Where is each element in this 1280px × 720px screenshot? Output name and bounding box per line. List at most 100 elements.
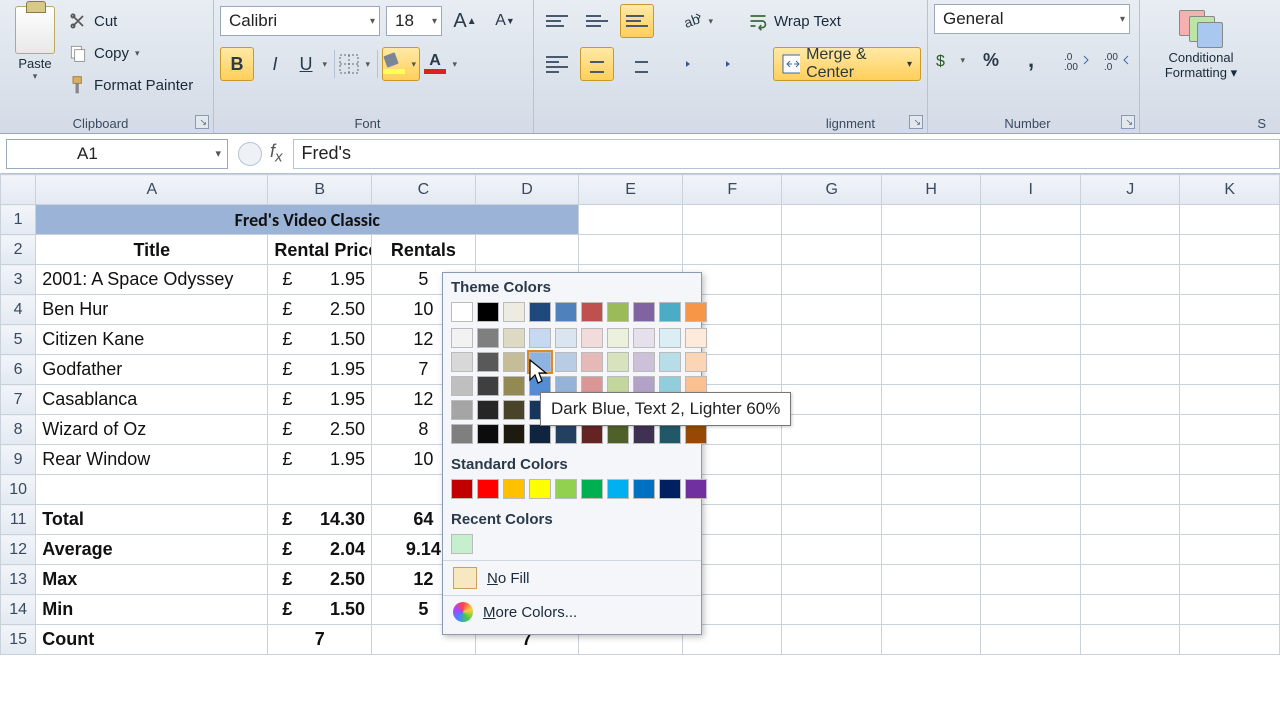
- cell[interactable]: [881, 625, 981, 655]
- color-swatch[interactable]: [555, 424, 577, 444]
- cell[interactable]: [981, 205, 1081, 235]
- format-painter-button[interactable]: Format Painter: [68, 70, 193, 100]
- cell[interactable]: [881, 535, 981, 565]
- name-box[interactable]: A1: [6, 139, 228, 169]
- cell[interactable]: [981, 595, 1081, 625]
- cell[interactable]: [1080, 595, 1180, 625]
- cell[interactable]: [1080, 535, 1180, 565]
- cell[interactable]: [782, 235, 882, 265]
- color-swatch[interactable]: [685, 302, 707, 322]
- align-bottom-button[interactable]: [620, 4, 654, 38]
- merge-center-button[interactable]: Merge & Center ▾: [773, 47, 921, 81]
- cell[interactable]: [981, 295, 1081, 325]
- cell[interactable]: [981, 445, 1081, 475]
- color-swatch[interactable]: [477, 328, 499, 348]
- cell[interactable]: £1.95: [268, 355, 372, 385]
- align-right-button[interactable]: [620, 47, 654, 81]
- cell[interactable]: [682, 235, 782, 265]
- color-swatch[interactable]: [477, 302, 499, 322]
- row-header[interactable]: 3: [1, 265, 36, 295]
- col-header[interactable]: K: [1180, 175, 1280, 205]
- color-swatch[interactable]: [451, 328, 473, 348]
- copy-button[interactable]: Copy ▾: [68, 38, 193, 68]
- cell[interactable]: Rear Window: [36, 445, 268, 475]
- cell[interactable]: [1080, 565, 1180, 595]
- cell[interactable]: Count: [36, 625, 268, 655]
- row-header[interactable]: 5: [1, 325, 36, 355]
- conditional-formatting-button[interactable]: Conditional Formatting ▾: [1146, 4, 1256, 81]
- cell[interactable]: [881, 325, 981, 355]
- row-header[interactable]: 2: [1, 235, 36, 265]
- cell[interactable]: [1080, 265, 1180, 295]
- cell[interactable]: [1080, 445, 1180, 475]
- cell[interactable]: [1180, 355, 1280, 385]
- column-header-row[interactable]: A B C D E F G H I J K: [1, 175, 1280, 205]
- cell[interactable]: [881, 565, 981, 595]
- row-header[interactable]: 4: [1, 295, 36, 325]
- cell[interactable]: £1.95: [268, 265, 372, 295]
- color-swatch[interactable]: [685, 479, 707, 499]
- decrease-indent-button[interactable]: [678, 47, 712, 81]
- cell[interactable]: [1080, 625, 1180, 655]
- select-all-corner[interactable]: [1, 175, 36, 205]
- color-swatch[interactable]: [659, 302, 681, 322]
- cell[interactable]: [881, 415, 981, 445]
- cell[interactable]: [981, 505, 1081, 535]
- cell[interactable]: 7: [268, 625, 372, 655]
- cell[interactable]: £2.04: [268, 535, 372, 565]
- title-cell[interactable]: Fred's Video Classic: [36, 205, 579, 235]
- color-swatch[interactable]: [503, 352, 525, 372]
- color-swatch[interactable]: [477, 376, 499, 396]
- color-swatch[interactable]: [659, 328, 681, 348]
- cell[interactable]: [579, 235, 683, 265]
- cell[interactable]: [1180, 295, 1280, 325]
- color-swatch[interactable]: [503, 302, 525, 322]
- color-swatch[interactable]: [529, 479, 551, 499]
- paste-button[interactable]: Paste ▾: [6, 4, 64, 100]
- cell[interactable]: [682, 205, 782, 235]
- color-swatch[interactable]: [451, 424, 473, 444]
- decrease-decimal-button[interactable]: .00.0: [1100, 43, 1134, 77]
- cell[interactable]: [981, 565, 1081, 595]
- row-header[interactable]: 6: [1, 355, 36, 385]
- cell[interactable]: [782, 595, 882, 625]
- fx-icon[interactable]: fx: [270, 141, 283, 166]
- font-name-combo[interactable]: Calibri▾: [220, 6, 380, 36]
- cell[interactable]: [1180, 505, 1280, 535]
- color-swatch[interactable]: [633, 479, 655, 499]
- increase-decimal-button[interactable]: .0.00: [1060, 43, 1094, 77]
- color-swatch[interactable]: [659, 424, 681, 444]
- color-swatch[interactable]: [581, 328, 603, 348]
- cell[interactable]: [1080, 475, 1180, 505]
- cell[interactable]: [782, 295, 882, 325]
- col-header[interactable]: F: [682, 175, 782, 205]
- cell[interactable]: [782, 565, 882, 595]
- cell[interactable]: Citizen Kane: [36, 325, 268, 355]
- cell[interactable]: Min: [36, 595, 268, 625]
- alignment-dialog-launcher[interactable]: ↘: [909, 115, 923, 129]
- cell[interactable]: [981, 385, 1081, 415]
- align-left-button[interactable]: [540, 47, 574, 81]
- borders-button[interactable]: [339, 47, 373, 81]
- comma-button[interactable]: ,: [1014, 43, 1048, 77]
- col-header[interactable]: I: [981, 175, 1081, 205]
- cell[interactable]: [881, 355, 981, 385]
- cell[interactable]: [1080, 235, 1180, 265]
- row-header[interactable]: 12: [1, 535, 36, 565]
- cell[interactable]: [981, 535, 1081, 565]
- cell[interactable]: [1080, 325, 1180, 355]
- cell[interactable]: [881, 205, 981, 235]
- color-swatch[interactable]: [685, 424, 707, 444]
- color-swatch[interactable]: [581, 302, 603, 322]
- color-swatch[interactable]: [477, 400, 499, 420]
- row-header[interactable]: 11: [1, 505, 36, 535]
- cell[interactable]: [981, 235, 1081, 265]
- no-fill-item[interactable]: No Fill: [443, 560, 701, 595]
- cell[interactable]: Casablanca: [36, 385, 268, 415]
- grow-font-button[interactable]: A▲: [448, 4, 482, 38]
- color-swatch[interactable]: [451, 534, 473, 554]
- col-header[interactable]: H: [881, 175, 981, 205]
- cell[interactable]: Ben Hur: [36, 295, 268, 325]
- cell[interactable]: [981, 265, 1081, 295]
- cell[interactable]: [782, 505, 882, 535]
